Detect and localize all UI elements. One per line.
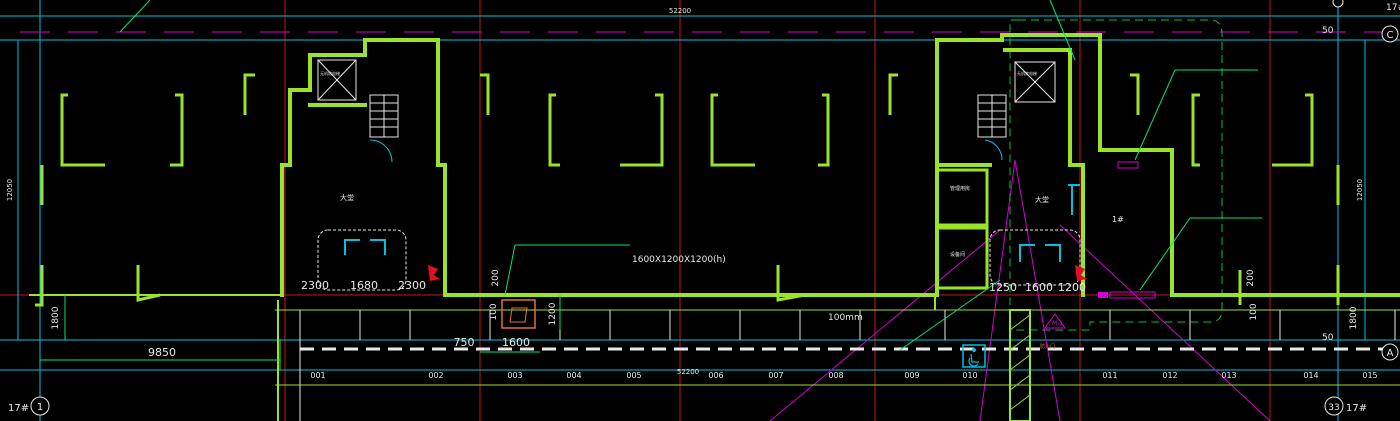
dim-9850: 9850 [148,346,176,359]
parking-number: 015 [1362,371,1377,380]
dim-top-total: 52200 [669,7,691,15]
setback-label: 100mm [828,313,863,323]
dim-1600-win: 1600 [502,336,530,349]
parking-number: 008 [828,371,843,380]
hall-label-2: 大堂 [1035,195,1049,204]
dim-1800-right: 1800 [1349,306,1359,329]
parking-number: 010 [962,371,977,380]
parking-number: 012 [1162,371,1177,380]
lobby2-dim-a: 1250 [989,281,1017,294]
axis-right-bottom: A [1387,348,1394,359]
room-label-b: 设备间 [950,251,965,258]
parking-number: 007 [768,371,783,380]
dim-1800-left: 1800 [51,306,61,329]
cad-drawing-canvas[interactable]: 52200 52200 12050 12050 50 50 1800 1800 … [0,0,1400,421]
lobby1-dim-b: 1680 [350,279,378,292]
background [0,0,1400,421]
window-spec-label: 1600X1200X1200(h) [632,255,726,265]
room-label-1: 1# [1112,215,1124,224]
lobby1-dim-c: 2300 [398,279,426,292]
parking-number: 001 [310,371,325,380]
parking-number: 009 [904,371,919,380]
dim-200-b: 200 [1246,269,1256,286]
parking-number: 006 [708,371,723,380]
elevator-label-1: 无机房电梯 [320,70,340,76]
marker-label-m1: M-1 [1052,320,1063,327]
dim-50-top: 50 [1322,26,1334,36]
hall-label-1: 大堂 [340,193,354,202]
lobby2-dim-c: 1200 [1058,281,1086,294]
dim-750: 750 [454,336,475,349]
parking-number: 005 [626,371,641,380]
axis-right-top: C [1387,30,1394,41]
parking-number: 002 [428,371,443,380]
dim-bottom-total: 52200 [677,368,699,376]
dim-200-a: 200 [491,269,501,286]
parking-number: 003 [507,371,522,380]
axis-right-tag: 17# [1346,403,1367,414]
axis-right-num: 33 [1328,403,1339,413]
parking-number: 004 [566,371,581,380]
axis-top-right-tag: 17# [1386,3,1400,13]
dim-50-bottom: 50 [1322,333,1334,343]
dim-100-a: 100 [489,303,499,320]
lobby2-dim-b: 1600 [1025,281,1053,294]
dim-100-b: 100 [1249,303,1259,320]
room-label-a: 管理用房 [950,185,970,192]
elevator-label-2: 无机房电梯 [1017,70,1037,76]
lobby1-dim-a: 2300 [301,279,329,292]
parking-number: 014 [1303,371,1318,380]
parking-number: 011 [1102,371,1117,380]
parking-number: 013 [1221,371,1236,380]
marker-label-small: 防火门 [1040,343,1055,350]
axis-left-tag: 17# [8,403,29,414]
axis-left-num: 1 [37,402,43,413]
dim-1200-a: 1200 [548,302,558,325]
dim-left-depth: 12050 [6,179,14,201]
dim-right-depth: 12050 [1356,179,1364,201]
